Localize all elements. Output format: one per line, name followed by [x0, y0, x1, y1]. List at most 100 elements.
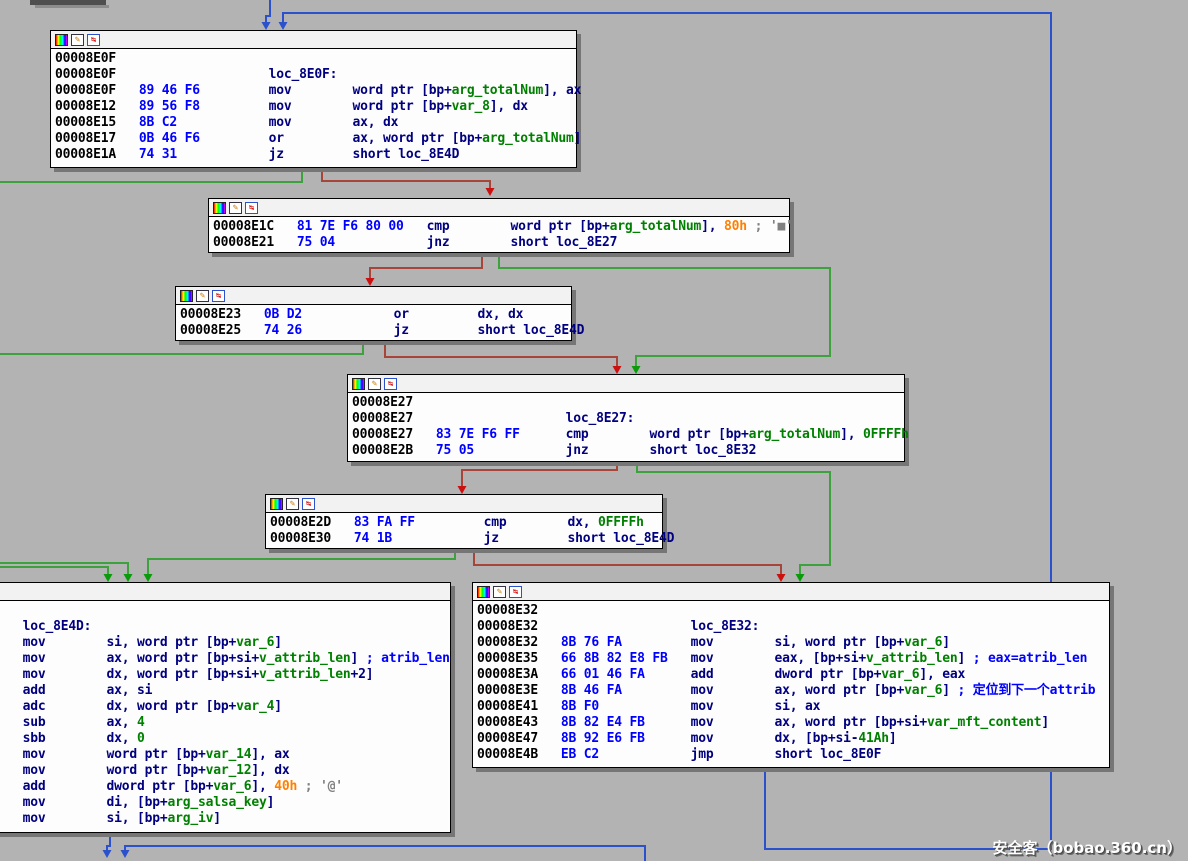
edge-8E25-fallthrough — [385, 341, 617, 367]
color-icon[interactable] — [352, 378, 365, 390]
block-titlebar[interactable]: ✎↹ — [266, 495, 662, 513]
edit-icon[interactable]: ✎ — [229, 202, 242, 214]
block-body: 00008E0F00008E0F loc_8E0F:00008E0F 89 46… — [51, 49, 576, 163]
instruction-row: 00008E35 66 8B 82 E8 FB mov eax, [bp+si+… — [477, 651, 1109, 667]
edge-8E21-fallthrough-arrowhead — [366, 278, 375, 286]
edit-icon[interactable]: ✎ — [196, 290, 209, 302]
instruction-row: 00008E32 8B 76 FA mov si, word ptr [bp+v… — [477, 635, 1109, 651]
group-icon[interactable]: ↹ — [245, 202, 258, 214]
block-body: loc_8E4D: mov si, word ptr [bp+var_6] mo… — [0, 601, 450, 827]
edit-icon[interactable]: ✎ — [368, 378, 381, 390]
block-loc_8E27[interactable]: ✎↹00008E2700008E27 loc_8E27:00008E27 83 … — [347, 374, 905, 462]
instruction-row: adc dx, word ptr [bp+var_4] — [0, 699, 450, 715]
instruction-row: 00008E32 loc_8E32: — [477, 619, 1109, 635]
edit-icon[interactable]: ✎ — [286, 498, 299, 510]
instruction-row — [0, 603, 450, 619]
edge-into-8E4D-2 — [0, 567, 108, 575]
edge-into-8E4D-2-arrowhead — [104, 574, 113, 582]
instruction-row: 00008E23 0B D2 or dx, dx — [180, 307, 571, 323]
instruction-row: mov di, [bp+arg_salsa_key] — [0, 795, 450, 811]
instruction-row: mov word ptr [bp+var_14], ax — [0, 747, 450, 763]
block-loc_8E32[interactable]: ✎↹00008E3200008E32 loc_8E32:00008E32 8B … — [472, 582, 1110, 768]
group-icon[interactable]: ↹ — [302, 498, 315, 510]
instruction-row: 00008E15 8B C2 mov ax, dx — [55, 115, 576, 131]
edge-jnz-8E21-taken-arrowhead — [632, 366, 641, 374]
group-icon[interactable]: ↹ — [384, 378, 397, 390]
edge-8E4D-exit-bottom — [107, 833, 110, 851]
edit-icon[interactable]: ✎ — [71, 34, 84, 46]
edge-8E4D-exit-bottom-arrowhead — [103, 850, 112, 858]
edge-jz-8E1A-taken-left — [0, 168, 302, 182]
instruction-row: 00008E3A 66 01 46 FA add dword ptr [bp+v… — [477, 667, 1109, 683]
block-loc_8E4D[interactable]: ✎↹ loc_8E4D: mov si, word ptr [bp+var_6]… — [0, 582, 451, 833]
instruction-row: 00008E1C 81 7E F6 80 00 cmp word ptr [bp… — [213, 219, 789, 235]
color-icon[interactable] — [180, 290, 193, 302]
edge-jnz-8E2B-taken-arrowhead — [796, 574, 805, 582]
instruction-row: 00008E12 89 56 F8 mov word ptr [bp+var_8… — [55, 99, 576, 115]
block-body: 00008E1C 81 7E F6 80 00 cmp word ptr [bp… — [209, 217, 789, 251]
instruction-row: 00008E32 — [477, 603, 1109, 619]
instruction-row: 00008E2B 75 05 jnz short loc_8E32 — [352, 443, 904, 459]
instruction-row: 00008E21 75 04 jnz short loc_8E27 — [213, 235, 789, 251]
color-icon[interactable] — [270, 498, 283, 510]
watermark: 安全客（bobao.360.cn） — [993, 837, 1183, 858]
instruction-row: mov dx, word ptr [bp+si+v_attrib_len+2] — [0, 667, 450, 683]
block-titlebar[interactable]: ✎↹ — [348, 375, 904, 393]
instruction-row: 00008E43 8B 82 E4 FB mov ax, word ptr [b… — [477, 715, 1109, 731]
instruction-row: 00008E2D 83 FA FF cmp dx, 0FFFFh — [270, 515, 662, 531]
instruction-row: sbb dx, 0 — [0, 731, 450, 747]
edge-8E1A-fallthrough — [322, 168, 490, 189]
block-8E23[interactable]: ✎↹00008E23 0B D2 or dx, dx00008E25 74 26… — [175, 286, 572, 341]
group-icon[interactable]: ↹ — [87, 34, 100, 46]
instruction-row: 00008E27 loc_8E27: — [352, 411, 904, 427]
color-icon[interactable] — [55, 34, 68, 46]
instruction-row: mov si, word ptr [bp+var_6] — [0, 635, 450, 651]
edge-entry-top-arrowhead — [262, 22, 271, 30]
edge-jnz-8E2B-taken — [637, 461, 830, 575]
offscreen-block-edge — [35, 5, 109, 8]
edge-into-8E4D-1 — [0, 563, 128, 575]
group-icon[interactable]: ↹ — [509, 586, 522, 598]
edge-jz-8E30-taken — [148, 549, 455, 575]
block-body: 00008E2700008E27 loc_8E27:00008E27 83 7E… — [348, 393, 904, 459]
instruction-row: 00008E41 8B F0 mov si, ax — [477, 699, 1109, 715]
instruction-row: 00008E0F loc_8E0F: — [55, 67, 576, 83]
instruction-row: 00008E4B EB C2 jmp short loc_8E0F — [477, 747, 1109, 763]
instruction-row: mov ax, word ptr [bp+si+v_attrib_len] ; … — [0, 651, 450, 667]
instruction-row: mov word ptr [bp+var_12], dx — [0, 763, 450, 779]
edge-8E25-fallthrough-arrowhead — [613, 366, 622, 374]
block-body: 00008E3200008E32 loc_8E32:00008E32 8B 76… — [473, 601, 1109, 763]
instruction-row: 00008E1A 74 31 jz short loc_8E4D — [55, 147, 576, 163]
group-icon[interactable]: ↹ — [212, 290, 225, 302]
block-8E1C[interactable]: ✎↹ 00008E1C 81 7E F6 80 00 cmp word ptr [… — [208, 198, 790, 253]
block-body: 00008E23 0B D2 or dx, dx00008E25 74 26 j… — [176, 305, 571, 339]
edge-8E21-fallthrough — [370, 253, 482, 279]
instruction-row: mov si, [bp+arg_iv] — [0, 811, 450, 827]
block-loc_8E0F[interactable]: ✎↹00008E0F00008E0F loc_8E0F:00008E0F 89 … — [50, 30, 577, 168]
edge-8E2B-fallthrough — [462, 461, 617, 487]
block-titlebar[interactable]: ✎↹ — [209, 199, 789, 217]
instruction-row: 00008E27 83 7E F6 FF cmp word ptr [bp+ar… — [352, 427, 904, 443]
edge-8E2B-fallthrough-arrowhead — [458, 486, 467, 494]
block-titlebar[interactable]: ✎↹ — [473, 583, 1109, 601]
block-8E2D[interactable]: ✎↹00008E2D 83 FA FF cmp dx, 0FFFFh00008E… — [265, 494, 663, 549]
instruction-row: loc_8E4D: — [0, 619, 450, 635]
block-body: 00008E2D 83 FA FF cmp dx, 0FFFFh00008E30… — [266, 513, 662, 547]
color-icon[interactable] — [477, 586, 490, 598]
block-titlebar[interactable]: ✎↹ — [51, 31, 576, 49]
instruction-row: 00008E30 74 1B jz short loc_8E4D — [270, 531, 662, 547]
edge-8E30-fallthrough-arrowhead — [777, 574, 786, 582]
edge-8E30-fallthrough — [474, 549, 781, 575]
instruction-row: add dword ptr [bp+var_6], 40h ; '@' — [0, 779, 450, 795]
edge-entry-top — [266, 0, 270, 23]
color-icon[interactable] — [213, 202, 226, 214]
instruction-row: 00008E3E 8B 46 FA mov ax, word ptr [bp+v… — [477, 683, 1109, 699]
instruction-row: add ax, si — [0, 683, 450, 699]
instruction-row: 00008E0F — [55, 51, 576, 67]
graph-canvas[interactable]: ✎↹00008E0F00008E0F loc_8E0F:00008E0F 89 … — [0, 0, 1188, 861]
block-titlebar[interactable]: ✎↹ — [176, 287, 571, 305]
edge-8E1A-fallthrough-arrowhead — [486, 188, 495, 196]
block-titlebar[interactable]: ✎↹ — [0, 583, 450, 601]
edge-jz-8E30-taken-arrowhead — [144, 574, 153, 582]
edit-icon[interactable]: ✎ — [493, 586, 506, 598]
